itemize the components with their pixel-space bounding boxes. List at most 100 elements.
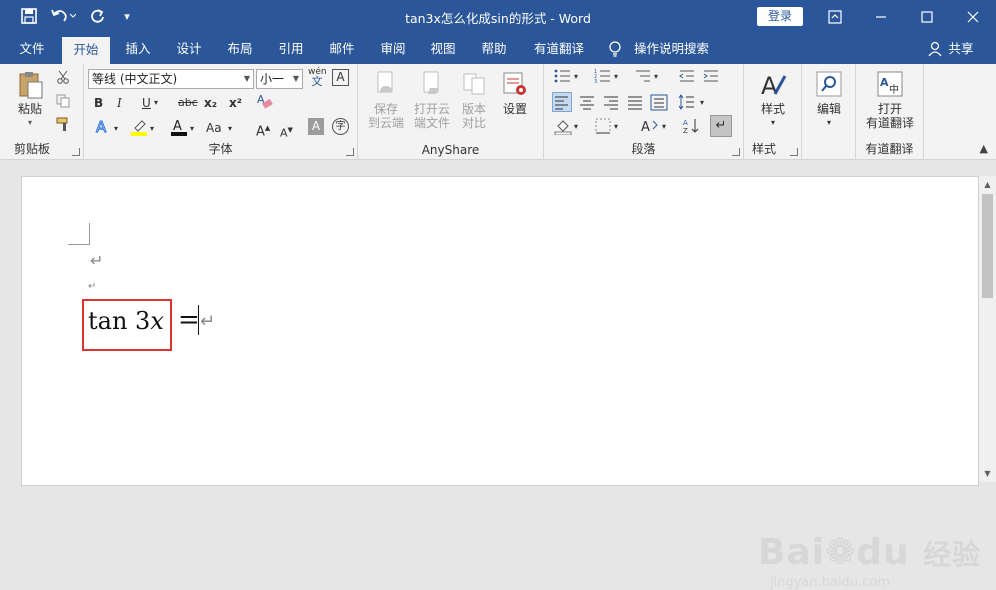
paragraph-group-label: 段落	[631, 142, 656, 156]
cloud-open-icon	[423, 71, 439, 94]
tab-file[interactable]: 文件	[8, 34, 56, 64]
tab-youdao[interactable]: 有道翻译	[526, 34, 592, 64]
underline-dropdown-icon[interactable]: ▾	[154, 94, 158, 112]
open-cloud-label-2: 端文件	[413, 116, 450, 130]
multilevel-list-icon[interactable]	[634, 68, 654, 86]
font-color-dropdown-icon[interactable]: ▾	[190, 120, 194, 138]
lightbulb-icon	[608, 34, 626, 64]
login-button[interactable]: 登录	[757, 7, 803, 26]
tab-mailings[interactable]: 邮件	[318, 34, 366, 64]
tab-review[interactable]: 审阅	[369, 34, 417, 64]
change-case-button[interactable]: Aa	[206, 119, 222, 137]
asian-layout-icon[interactable]: A	[640, 117, 660, 135]
font-color-icon[interactable]: A	[170, 118, 188, 136]
open-youdao-button[interactable]: A中 打开 有道翻译	[860, 70, 920, 130]
paragraph-mark: ↵	[200, 311, 216, 332]
sort-icon[interactable]: AZ	[682, 117, 700, 135]
distributed-icon[interactable]	[650, 93, 668, 111]
font-name-select[interactable]: 等线 (中文正文) ▼	[88, 69, 254, 89]
char-border-button[interactable]: A	[332, 69, 349, 86]
strikethrough-button[interactable]: abc	[178, 94, 198, 112]
text-effects-icon[interactable]: A	[94, 118, 112, 136]
paragraph-dialog-launcher[interactable]	[732, 148, 740, 156]
tab-insert[interactable]: 插入	[114, 34, 162, 64]
paste-button[interactable]: 粘贴 ▾	[12, 70, 48, 130]
clear-formatting-icon[interactable]: A	[256, 92, 274, 110]
multilevel-dropdown-icon[interactable]: ▾	[654, 68, 658, 86]
line-spacing-dropdown-icon[interactable]: ▾	[700, 94, 704, 112]
format-painter-icon[interactable]	[56, 116, 72, 134]
styles-button[interactable]: A 样式 ▾	[752, 70, 794, 130]
tab-design[interactable]: 设计	[165, 34, 213, 64]
editing-dropdown-icon[interactable]: ▾	[810, 116, 848, 130]
scroll-thumb[interactable]	[982, 194, 993, 298]
tab-view[interactable]: 视图	[419, 34, 467, 64]
share-button[interactable]: 共享	[946, 34, 976, 64]
italic-button[interactable]: I	[117, 94, 122, 112]
ribbon-display-options-icon[interactable]	[812, 0, 858, 34]
grow-font-button[interactable]: A▲	[256, 119, 270, 139]
justify-icon[interactable]	[626, 93, 644, 111]
shading-icon[interactable]	[554, 117, 572, 135]
underline-button[interactable]: U	[142, 94, 151, 112]
bold-button[interactable]: B	[94, 94, 103, 112]
shrink-font-button[interactable]: A▼	[280, 121, 293, 140]
text-cursor	[198, 305, 199, 335]
editing-button[interactable]: 编辑 ▾	[810, 70, 848, 130]
copy-icon[interactable]	[56, 94, 70, 112]
open-cloud-file-button[interactable]: 打开云 端文件	[410, 70, 454, 130]
version-compare-button[interactable]: 版本 对比	[456, 70, 492, 130]
collapse-ribbon-icon[interactable]: ▲	[980, 142, 988, 155]
borders-icon[interactable]	[594, 117, 612, 135]
font-dialog-launcher[interactable]	[346, 148, 354, 156]
align-right-icon[interactable]	[602, 93, 620, 111]
paste-dropdown-icon[interactable]: ▾	[12, 116, 48, 130]
scroll-down-icon[interactable]: ▼	[979, 465, 996, 482]
close-button[interactable]	[950, 0, 996, 34]
tab-help[interactable]: 帮助	[470, 34, 518, 64]
minimize-button[interactable]	[858, 0, 904, 34]
show-marks-button[interactable]: ↵	[710, 115, 732, 137]
shading-dropdown-icon[interactable]: ▾	[574, 118, 578, 136]
bullets-dropdown-icon[interactable]: ▾	[574, 68, 578, 86]
numbering-icon[interactable]: 123	[594, 68, 614, 86]
svg-text:中: 中	[889, 83, 899, 96]
tab-layout[interactable]: 布局	[216, 34, 264, 64]
highlight-color-icon[interactable]	[130, 118, 148, 136]
equation-tan3x[interactable]: tan 3x	[88, 307, 164, 335]
superscript-button[interactable]: x²	[229, 94, 242, 112]
increase-indent-icon[interactable]	[702, 68, 720, 86]
highlight-dropdown-icon[interactable]: ▾	[150, 120, 154, 138]
maximize-button[interactable]	[904, 0, 950, 34]
font-size-select[interactable]: 小一 ▼	[256, 69, 303, 89]
tell-me-search[interactable]: 操作说明搜索	[634, 34, 714, 64]
scroll-up-icon[interactable]: ▲	[979, 176, 996, 193]
bullets-icon[interactable]	[554, 68, 574, 86]
borders-dropdown-icon[interactable]: ▾	[614, 118, 618, 136]
anyshare-settings-button[interactable]: 设置	[496, 70, 534, 116]
line-spacing-icon[interactable]	[678, 93, 696, 111]
tab-home[interactable]: 开始	[62, 37, 110, 64]
vertical-scrollbar[interactable]: ▲ ▼	[979, 176, 996, 482]
styles-dialog-launcher[interactable]	[790, 148, 798, 156]
chevron-down-icon: ▼	[292, 74, 299, 83]
equation-var: x	[150, 307, 164, 335]
tab-references[interactable]: 引用	[267, 34, 315, 64]
numbering-dropdown-icon[interactable]: ▾	[614, 68, 618, 86]
person-icon	[928, 34, 946, 64]
subscript-button[interactable]: x₂	[204, 94, 217, 112]
clipboard-dialog-launcher[interactable]	[72, 148, 80, 156]
styles-dropdown-icon[interactable]: ▾	[752, 116, 794, 130]
save-to-cloud-button[interactable]: 保存 到云端	[364, 70, 408, 130]
align-center-icon[interactable]	[578, 93, 596, 111]
char-shading-button[interactable]: A	[308, 118, 324, 135]
document-page[interactable]: ↵ ↵ tan 3x = ↵	[21, 176, 979, 486]
enclose-char-button[interactable]: 字	[332, 118, 349, 135]
change-case-dropdown-icon[interactable]: ▾	[228, 120, 232, 138]
cut-icon[interactable]	[56, 70, 70, 88]
decrease-indent-icon[interactable]	[678, 68, 696, 86]
text-effects-dropdown-icon[interactable]: ▾	[114, 120, 118, 138]
align-left-button[interactable]	[552, 92, 572, 112]
phonetic-guide-button[interactable]: wén 文	[308, 67, 327, 87]
asian-layout-dropdown-icon[interactable]: ▾	[662, 118, 666, 136]
